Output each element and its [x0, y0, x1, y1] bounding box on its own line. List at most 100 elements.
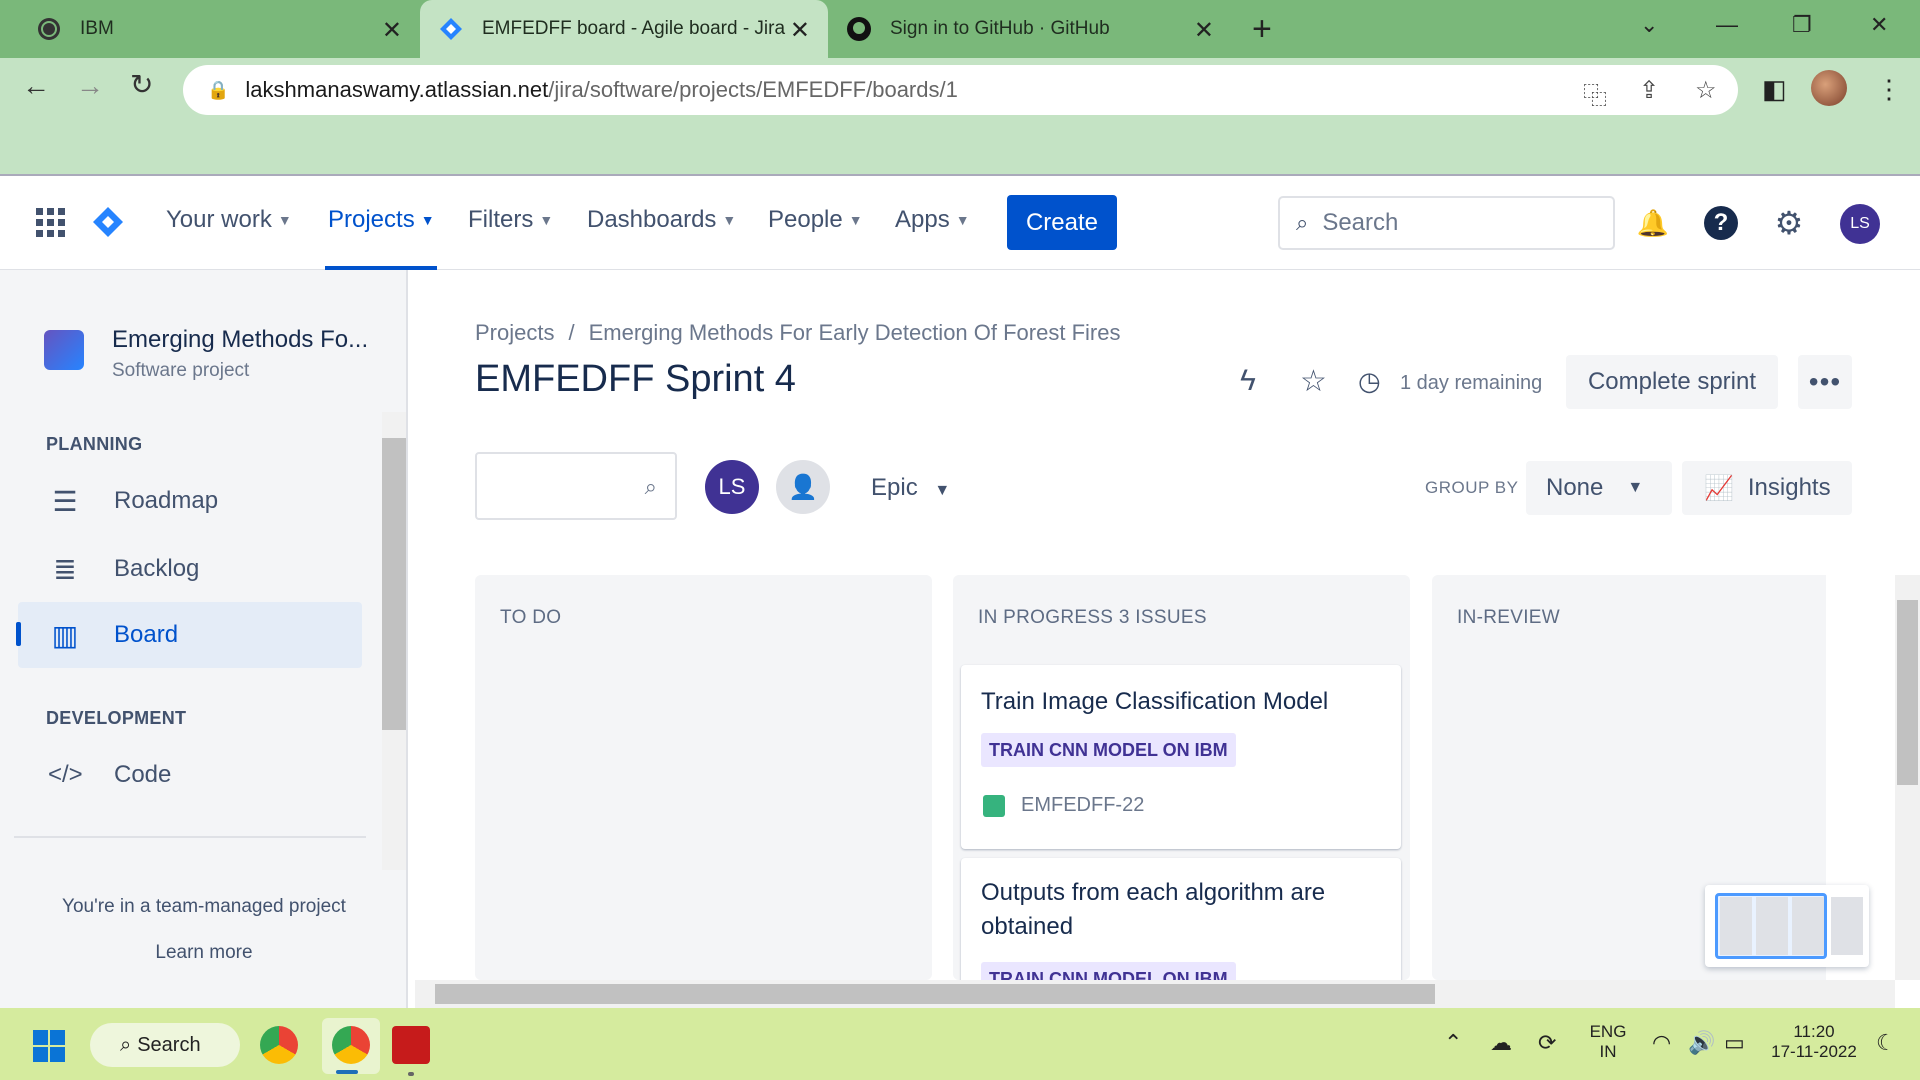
profile-avatar[interactable] — [1811, 70, 1847, 106]
restore-icon[interactable]: ❐ — [1792, 12, 1812, 38]
column-title: IN PROGRESS 3 ISSUES — [978, 607, 1207, 628]
breadcrumb-projects[interactable]: Projects — [475, 320, 554, 345]
active-app-indicator — [336, 1070, 358, 1074]
issue-card[interactable]: Train Image Classification Model TRAIN C… — [961, 665, 1401, 849]
backlog-icon: ≣ — [53, 553, 77, 585]
back-arrow-icon[interactable]: ← — [22, 70, 50, 102]
forward-arrow-icon[interactable]: → — [76, 70, 104, 102]
minimize-icon[interactable]: — — [1716, 12, 1738, 38]
group-by-select[interactable]: None ▼ — [1526, 461, 1672, 515]
bookmark-star-icon[interactable]: ☆ — [1695, 76, 1717, 105]
sidebar-item-backlog[interactable]: ≣ Backlog — [18, 536, 362, 602]
help-icon[interactable]: ? — [1704, 206, 1738, 240]
sidebar-item-code[interactable]: </> Code — [18, 742, 362, 808]
nav-dashboards[interactable]: Dashboards ▼ — [587, 206, 736, 234]
card-title: Outputs from each algorithm are obtained — [981, 879, 1326, 940]
close-tab-icon[interactable]: ✕ — [382, 16, 402, 45]
nav-people[interactable]: People ▼ — [768, 206, 863, 234]
translate-icon[interactable]: ⿻ — [1583, 76, 1607, 111]
kebab-menu-icon[interactable]: ⋮ — [1876, 74, 1902, 105]
search-icon: ⌕ — [644, 474, 657, 499]
star-icon[interactable]: ☆ — [1300, 364, 1327, 399]
issue-card[interactable]: Outputs from each algorithm are obtained… — [961, 858, 1401, 998]
sync-icon[interactable]: ⟳ — [1538, 1030, 1556, 1056]
jira-logo-icon[interactable] — [92, 206, 124, 238]
share-icon[interactable]: ⇪ — [1639, 76, 1659, 105]
lock-icon: 🔒 — [207, 79, 230, 100]
notifications-bell-icon[interactable]: 🔔 — [1636, 206, 1670, 240]
url-host: lakshmanaswamy.atlassian.net — [245, 77, 549, 102]
nav-apps[interactable]: Apps ▼ — [895, 206, 970, 234]
jira-icon — [438, 16, 464, 42]
app-running-indicator — [408, 1072, 414, 1076]
reload-icon[interactable]: ↻ — [130, 68, 153, 101]
tab-ibm[interactable]: IBM ✕ — [0, 0, 420, 58]
settings-gear-icon[interactable]: ⚙ — [1772, 205, 1806, 241]
tab-jira[interactable]: EMFEDFF board - Agile board - Jira ✕ — [420, 0, 828, 58]
assignee-avatar-filter[interactable]: LS — [705, 460, 759, 514]
wifi-icon[interactable]: ◠ — [1652, 1030, 1671, 1056]
learn-more-link[interactable]: Learn more — [0, 942, 408, 964]
close-window-icon[interactable]: ✕ — [1870, 12, 1888, 38]
chevron-down-icon: ▼ — [277, 212, 292, 228]
nav-projects[interactable]: Projects ▼ — [328, 206, 435, 234]
user-avatar[interactable]: LS — [1840, 204, 1880, 244]
board-horizontal-scroll-thumb[interactable] — [435, 984, 1435, 1004]
add-people-icon[interactable]: 👤 — [776, 460, 830, 514]
close-tab-icon[interactable]: ✕ — [1194, 16, 1214, 45]
taskbar-search[interactable]: ⌕ Search — [90, 1023, 240, 1067]
close-tab-icon[interactable]: ✕ — [790, 16, 810, 45]
language-indicator[interactable]: ENG IN — [1586, 1022, 1630, 1062]
chevron-down-icon: ▼ — [848, 212, 863, 228]
nav-filters[interactable]: Filters ▼ — [468, 206, 553, 234]
volume-icon[interactable]: 🔊 — [1688, 1030, 1715, 1056]
board-minimap[interactable] — [1705, 885, 1869, 967]
project-name[interactable]: Emerging Methods Fo... — [112, 326, 368, 354]
sidebar-item-board[interactable]: ▥ Board — [18, 602, 362, 668]
board-search-input[interactable]: ⌕ — [475, 452, 677, 520]
minimap-column — [1756, 897, 1788, 955]
tab-title: EMFEDFF board - Agile board - Jira — [482, 18, 786, 39]
sidebar-item-roadmap[interactable]: ☰ Roadmap — [18, 468, 362, 534]
board-vertical-scroll-thumb[interactable] — [1897, 600, 1918, 785]
more-options-button[interactable]: ••• — [1798, 355, 1852, 409]
chevron-down-icon: ▼ — [722, 212, 737, 228]
new-tab-plus-icon[interactable]: + — [1252, 10, 1272, 49]
chevron-up-icon[interactable]: ⌃ — [1444, 1030, 1462, 1056]
browser-toolbar: ← → ↻ 🔒 lakshmanaswamy.atlassian.net/jir… — [0, 58, 1920, 174]
acrobat-icon[interactable] — [392, 1026, 430, 1064]
breadcrumb: Projects / Emerging Methods For Early Dete… — [475, 320, 1121, 345]
tab-github[interactable]: Sign in to GitHub · GitHub ✕ — [828, 0, 1232, 58]
active-item-marker — [16, 622, 21, 646]
planning-header: PLANNING — [46, 434, 143, 454]
create-button[interactable]: Create — [1007, 195, 1117, 250]
card-title: Train Image Classification Model — [981, 688, 1329, 715]
chrome-profile-icon[interactable] — [332, 1026, 370, 1064]
search-placeholder: Search — [1322, 209, 1399, 236]
onedrive-icon[interactable]: ☁ — [1490, 1030, 1512, 1056]
clock[interactable]: 11:20 17-11-2022 — [1766, 1022, 1862, 1062]
battery-icon[interactable]: ▭ — [1724, 1030, 1745, 1056]
board-columns-icon: ▥ — [51, 619, 79, 651]
tab-title: IBM — [80, 18, 114, 39]
side-panel-icon[interactable]: ◧ — [1762, 74, 1787, 105]
complete-sprint-button[interactable]: Complete sprint — [1566, 355, 1778, 409]
github-icon — [846, 16, 872, 42]
sidebar-item-label: Roadmap — [114, 487, 219, 514]
epic-filter-dropdown[interactable]: Epic ▼ — [871, 474, 950, 502]
breadcrumb-project[interactable]: Emerging Methods For Early Detection Of … — [589, 320, 1121, 345]
windows-start-icon[interactable] — [33, 1030, 65, 1062]
minimap-column — [1720, 897, 1752, 955]
nav-your-work[interactable]: Your work ▼ — [166, 206, 292, 234]
search-input[interactable]: ⌕ Search — [1278, 196, 1615, 250]
focus-moon-icon[interactable]: ☾ — [1876, 1030, 1896, 1056]
chevron-down-icon: ▼ — [955, 212, 970, 228]
app-switcher-icon[interactable] — [36, 208, 65, 237]
tab-title: Sign in to GitHub · GitHub — [890, 18, 1110, 39]
tab-search-chevron-icon[interactable]: ⌄ — [1640, 12, 1658, 38]
sidebar-scroll-thumb[interactable] — [382, 438, 406, 730]
chrome-icon[interactable] — [260, 1026, 298, 1064]
address-bar[interactable]: 🔒 lakshmanaswamy.atlassian.net/jira/soft… — [183, 65, 1738, 115]
insights-button[interactable]: 📈 Insights — [1682, 461, 1852, 515]
automation-lightning-icon[interactable]: ϟ — [1240, 364, 1256, 398]
